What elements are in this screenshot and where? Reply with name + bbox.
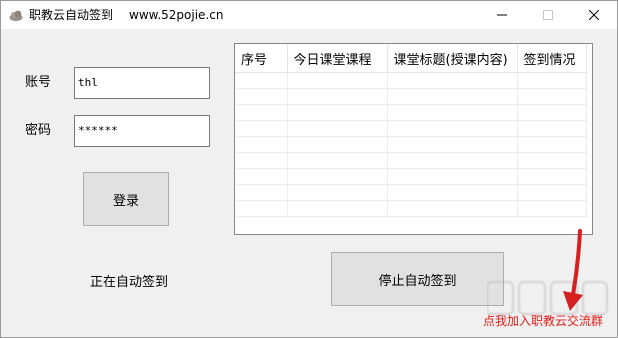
column-header-index[interactable]: 序号 bbox=[235, 44, 288, 73]
table-cell[interactable] bbox=[387, 184, 518, 201]
table-cell[interactable] bbox=[387, 88, 518, 105]
title-bar[interactable]: 职教云自动签到 www.52pojie.cn bbox=[1, 1, 617, 29]
minimize-icon bbox=[497, 14, 507, 16]
table-cell[interactable] bbox=[387, 152, 518, 169]
table-cell[interactable] bbox=[287, 120, 388, 137]
column-header-course[interactable]: 今日课堂课程 bbox=[287, 44, 388, 73]
table-row[interactable] bbox=[235, 184, 587, 201]
cloud-app-icon bbox=[8, 7, 24, 23]
table-cell[interactable] bbox=[387, 200, 518, 217]
window-title-url: www.52pojie.cn bbox=[129, 8, 224, 22]
table-cell[interactable] bbox=[287, 152, 388, 169]
table-cell[interactable] bbox=[517, 120, 587, 137]
table-cell[interactable] bbox=[287, 136, 388, 153]
table-cell[interactable] bbox=[235, 136, 288, 153]
table-row[interactable] bbox=[235, 200, 587, 217]
table-cell[interactable] bbox=[387, 136, 518, 153]
table-cell[interactable] bbox=[517, 200, 587, 217]
table-cell[interactable] bbox=[287, 184, 388, 201]
table-cell[interactable] bbox=[235, 168, 288, 185]
table-row[interactable] bbox=[235, 72, 587, 89]
table-cell[interactable] bbox=[517, 152, 587, 169]
table-row[interactable] bbox=[235, 168, 587, 185]
account-input[interactable]: thl bbox=[74, 67, 210, 99]
course-table[interactable]: 序号 今日课堂课程 课堂标题(授课内容) 签到情况 bbox=[234, 43, 593, 235]
maximize-icon bbox=[543, 10, 553, 20]
table-cell[interactable] bbox=[287, 168, 388, 185]
table-cell[interactable] bbox=[287, 104, 388, 121]
maximize-button[interactable] bbox=[525, 1, 571, 29]
app-window: 职教云自动签到 www.52pojie.cn 账号 thl 密码 ****** … bbox=[0, 0, 618, 338]
table-cell[interactable] bbox=[517, 104, 587, 121]
table-cell[interactable] bbox=[287, 72, 388, 89]
table-cell[interactable] bbox=[517, 88, 587, 105]
join-group-link[interactable]: 点我加入职教云交流群 bbox=[483, 313, 603, 329]
table-header-row: 序号 今日课堂课程 课堂标题(授课内容) 签到情况 bbox=[235, 44, 587, 73]
close-button[interactable] bbox=[571, 1, 617, 29]
column-header-signin-status[interactable]: 签到情况 bbox=[517, 44, 587, 73]
table-cell[interactable] bbox=[387, 104, 518, 121]
table-cell[interactable] bbox=[387, 72, 518, 89]
password-input[interactable]: ****** bbox=[74, 115, 210, 147]
table-row[interactable] bbox=[235, 88, 587, 105]
table-cell[interactable] bbox=[517, 136, 587, 153]
login-button[interactable]: 登录 bbox=[83, 172, 169, 226]
table-cell[interactable] bbox=[517, 72, 587, 89]
table-row[interactable] bbox=[235, 120, 587, 137]
table-cell[interactable] bbox=[235, 120, 288, 137]
table-cell[interactable] bbox=[235, 200, 288, 217]
table-row[interactable] bbox=[235, 152, 587, 169]
account-label: 账号 bbox=[25, 75, 52, 90]
table-cell[interactable] bbox=[235, 72, 288, 89]
password-label: 密码 bbox=[25, 123, 52, 138]
table-cell[interactable] bbox=[235, 104, 288, 121]
table-cell[interactable] bbox=[287, 200, 388, 217]
status-text: 正在自动签到 bbox=[90, 275, 169, 290]
close-icon bbox=[589, 10, 599, 20]
table-cell[interactable] bbox=[235, 152, 288, 169]
table-cell[interactable] bbox=[387, 120, 518, 137]
table-cell[interactable] bbox=[387, 168, 518, 185]
stop-auto-signin-button[interactable]: 停止自动签到 bbox=[331, 252, 504, 306]
table-row[interactable] bbox=[235, 136, 587, 153]
table-cell[interactable] bbox=[235, 184, 288, 201]
table-row[interactable] bbox=[235, 104, 587, 121]
annotation-arrow-icon bbox=[561, 229, 589, 316]
column-header-title[interactable]: 课堂标题(授课内容) bbox=[387, 44, 518, 73]
minimize-button[interactable] bbox=[479, 1, 525, 29]
table-cell[interactable] bbox=[517, 168, 587, 185]
table-cell[interactable] bbox=[517, 184, 587, 201]
table-cell[interactable] bbox=[235, 88, 288, 105]
window-title: 职教云自动签到 bbox=[29, 8, 114, 22]
table-cell[interactable] bbox=[287, 88, 388, 105]
